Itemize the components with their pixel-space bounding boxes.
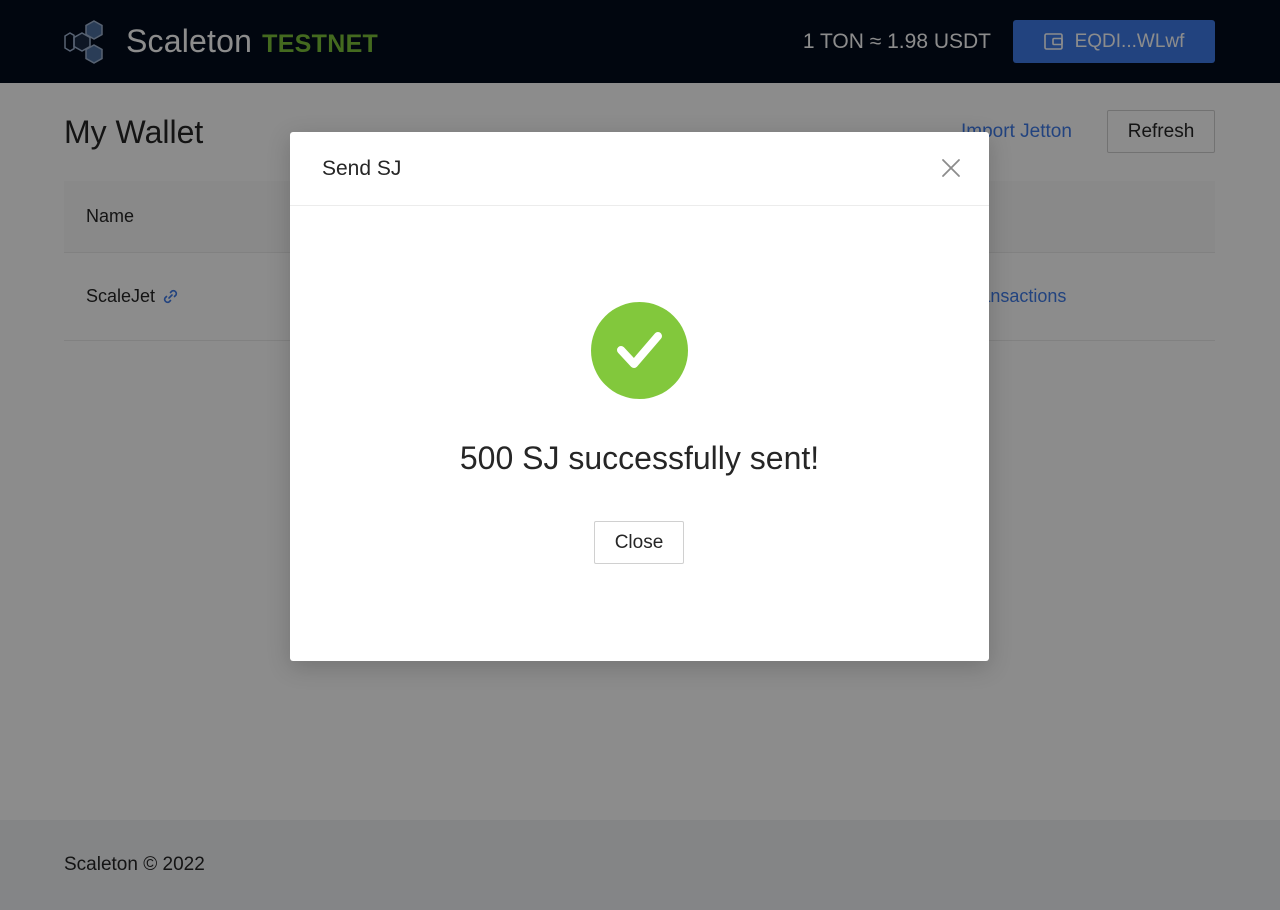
modal-header: Send SJ: [290, 132, 989, 206]
close-icon[interactable]: [941, 158, 961, 178]
close-button[interactable]: Close: [594, 521, 684, 564]
page: Scaleton TESTNET 1 TON ≈ 1.98 USDT EQDI.…: [0, 0, 1280, 910]
success-message: 500 SJ successfully sent!: [459, 440, 820, 476]
send-success-modal: Send SJ 500 SJ successfully sent! Close: [290, 132, 989, 661]
modal-title: Send SJ: [322, 156, 402, 180]
check-circle-icon: [591, 302, 688, 399]
